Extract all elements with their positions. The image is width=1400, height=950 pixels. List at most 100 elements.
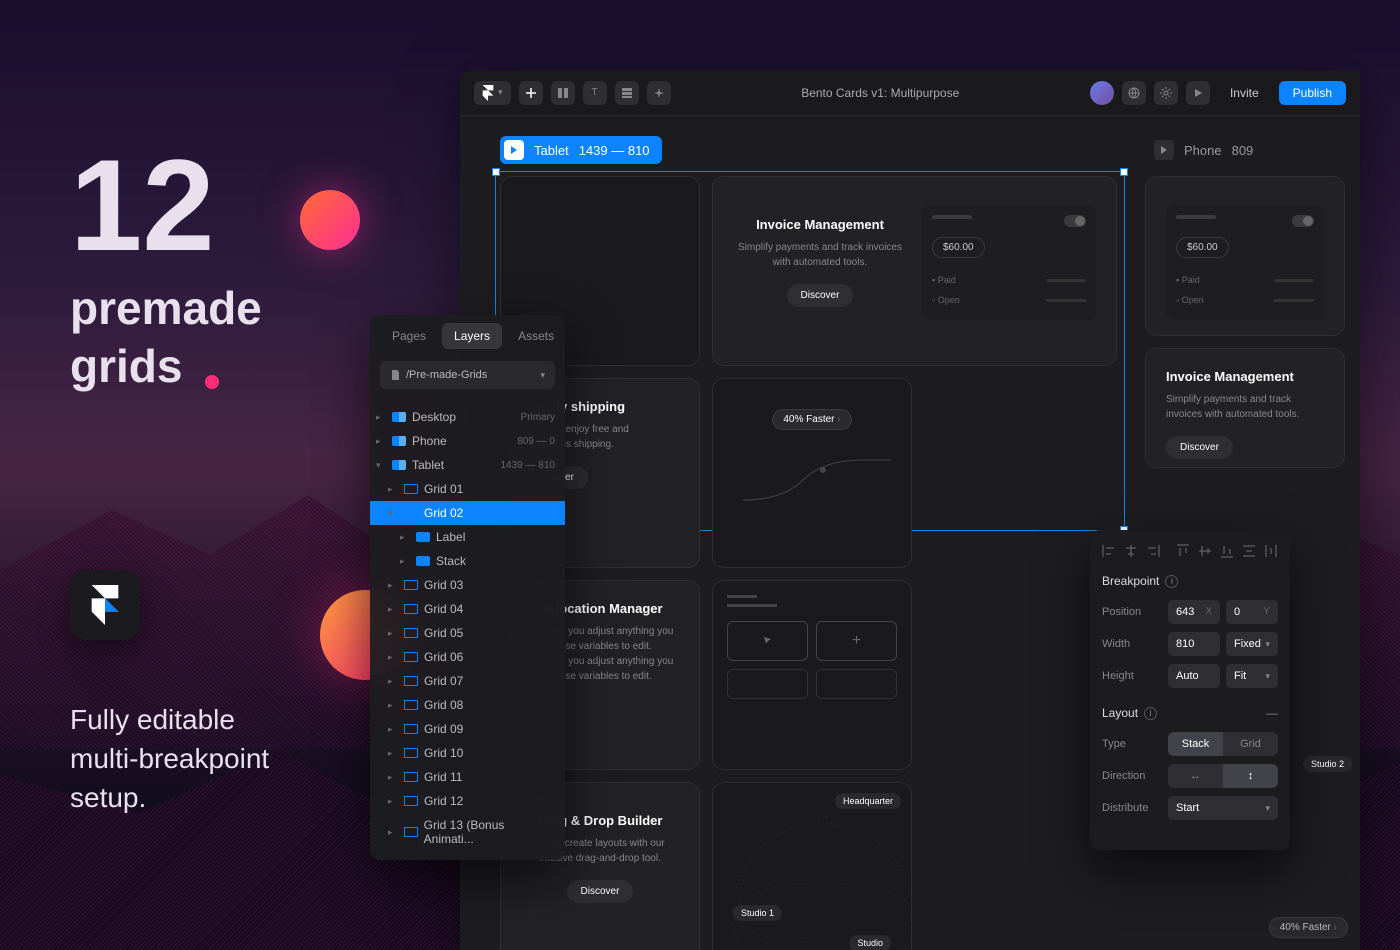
add-button[interactable] xyxy=(519,81,543,105)
layer-type-icon xyxy=(404,508,418,518)
expand-arrow-icon[interactable]: ▸ xyxy=(376,412,386,423)
align-right-button[interactable] xyxy=(1146,542,1160,560)
resize-handle[interactable] xyxy=(1120,168,1128,176)
expand-arrow-icon[interactable]: ▸ xyxy=(388,827,398,838)
toggle[interactable] xyxy=(1292,215,1314,227)
cms-button[interactable] xyxy=(615,81,639,105)
actions-button[interactable] xyxy=(647,81,671,105)
direction-vertical-button[interactable]: ↕ xyxy=(1223,764,1278,788)
direction-horizontal-button[interactable]: ↔ xyxy=(1168,764,1223,788)
expand-arrow-icon[interactable]: ▸ xyxy=(388,700,398,711)
expand-arrow-icon[interactable]: ▸ xyxy=(388,748,398,759)
width-input[interactable]: 810 xyxy=(1168,632,1220,656)
layer-row[interactable]: ▸Grid 13 (Bonus Animati... xyxy=(370,813,565,851)
card-invoice-phone[interactable]: $60.00 ▪ Paid ▫ Open xyxy=(1145,176,1345,336)
expand-arrow-icon[interactable]: ▸ xyxy=(388,724,398,735)
layer-row[interactable]: ▾Tablet1439 — 810 xyxy=(370,453,565,477)
layer-label: Desktop xyxy=(412,410,456,424)
layer-row[interactable]: ▸DesktopPrimary xyxy=(370,405,565,429)
user-avatar[interactable] xyxy=(1090,81,1114,105)
layer-row[interactable]: ▸Grid 09 xyxy=(370,717,565,741)
hero-number: 12 xyxy=(70,140,262,270)
expand-arrow-icon[interactable]: ▸ xyxy=(388,796,398,807)
preview-button[interactable] xyxy=(1186,81,1210,105)
type-grid-button[interactable]: Grid xyxy=(1223,732,1278,756)
framer-icon xyxy=(91,585,119,625)
position-y-input[interactable]: 0Y xyxy=(1226,600,1278,624)
expand-arrow-icon[interactable]: ▸ xyxy=(388,652,398,663)
app-menu-button[interactable]: ▾ xyxy=(474,81,511,105)
align-center-h-button[interactable] xyxy=(1124,542,1138,560)
layer-row[interactable]: ▸Phone809 — 0 xyxy=(370,429,565,453)
width-mode-select[interactable]: Fixed▾ xyxy=(1226,632,1278,656)
distribute-h-button[interactable] xyxy=(1264,542,1278,560)
discover-button[interactable]: Discover xyxy=(567,880,634,903)
tab-assets[interactable]: Assets xyxy=(506,323,565,349)
card-globe[interactable]: Headquarter Studio 1 Studio xyxy=(712,782,912,950)
align-bottom-button[interactable] xyxy=(1220,542,1234,560)
expand-arrow-icon[interactable]: ▸ xyxy=(388,484,398,495)
layer-row[interactable]: ▸Grid 04 xyxy=(370,597,565,621)
resize-handle[interactable] xyxy=(492,168,500,176)
path-graphic xyxy=(733,440,891,520)
card-invoice-text-phone[interactable]: Invoice Management Simplify payments and… xyxy=(1145,348,1345,468)
tab-pages[interactable]: Pages xyxy=(380,323,438,349)
breakpoint-header-tablet[interactable]: Tablet 1439 — 810 xyxy=(500,136,662,164)
expand-arrow-icon[interactable]: ▸ xyxy=(388,772,398,783)
layer-row[interactable]: ▾Grid 02 xyxy=(370,501,565,525)
type-stack-button[interactable]: Stack xyxy=(1168,732,1223,756)
layer-row[interactable]: ▸Label xyxy=(370,525,565,549)
expand-arrow-icon[interactable]: ▾ xyxy=(388,508,398,519)
toggle[interactable] xyxy=(1064,215,1086,227)
discover-button[interactable]: Discover xyxy=(1166,436,1233,459)
expand-arrow-icon[interactable]: ▸ xyxy=(388,580,398,591)
layer-row[interactable]: ▸Grid 05 xyxy=(370,621,565,645)
layer-row[interactable]: ▸Stack xyxy=(370,549,565,573)
faster-pill: 40% Faster › xyxy=(772,409,851,430)
page-path-selector[interactable]: /Pre-made-Grids ▾ xyxy=(380,361,555,389)
settings-button[interactable] xyxy=(1154,81,1178,105)
expand-arrow-icon[interactable]: ▸ xyxy=(376,436,386,447)
card-wireframe[interactable]: + xyxy=(712,580,912,770)
publish-button[interactable]: Publish xyxy=(1279,81,1346,105)
card-description: Simplify payments and track invoices wit… xyxy=(1166,392,1324,422)
expand-arrow-icon[interactable]: ▸ xyxy=(388,628,398,639)
layout-button[interactable] xyxy=(551,81,575,105)
expand-arrow-icon[interactable]: ▸ xyxy=(400,556,410,567)
invite-button[interactable]: Invite xyxy=(1218,81,1271,105)
layer-row[interactable]: ▸Grid 10 xyxy=(370,741,565,765)
layer-row[interactable]: ▸Grid 12 xyxy=(370,789,565,813)
card-faster[interactable]: 40% Faster › xyxy=(712,378,912,568)
faster-pill-footer: 40% Faster › xyxy=(1269,917,1348,938)
text-button[interactable]: T xyxy=(583,81,607,105)
globe-button[interactable] xyxy=(1122,81,1146,105)
layer-row[interactable]: ▸Grid 03 xyxy=(370,573,565,597)
distribute-v-button[interactable] xyxy=(1242,542,1256,560)
card-invoice[interactable]: Invoice Management Simplify payments and… xyxy=(712,176,1117,366)
height-mode-select[interactable]: Fit▾ xyxy=(1226,664,1278,688)
layer-type-icon xyxy=(404,772,418,782)
info-icon[interactable]: i xyxy=(1165,575,1178,588)
collapse-button[interactable]: — xyxy=(1266,706,1278,720)
align-left-button[interactable] xyxy=(1102,542,1116,560)
layer-row[interactable]: ▸Grid 08 xyxy=(370,693,565,717)
align-center-v-button[interactable] xyxy=(1198,542,1212,560)
add-placeholder[interactable]: + xyxy=(816,621,897,661)
info-icon[interactable]: i xyxy=(1144,707,1157,720)
align-top-button[interactable] xyxy=(1176,542,1190,560)
distribute-select[interactable]: Start▾ xyxy=(1168,796,1278,820)
tagline: Fully editable multi-breakpoint setup. xyxy=(70,700,269,818)
expand-arrow-icon[interactable]: ▸ xyxy=(388,604,398,615)
discover-button[interactable]: Discover xyxy=(787,284,854,307)
height-input[interactable]: Auto xyxy=(1168,664,1220,688)
layer-row[interactable]: ▸Grid 11 xyxy=(370,765,565,789)
expand-arrow-icon[interactable]: ▸ xyxy=(388,676,398,687)
layer-row[interactable]: ▸Grid 06 xyxy=(370,645,565,669)
tab-layers[interactable]: Layers xyxy=(442,323,502,349)
layer-row[interactable]: ▸Grid 07 xyxy=(370,669,565,693)
layer-row[interactable]: ▸Grid 01 xyxy=(370,477,565,501)
breakpoint-header-phone[interactable]: Phone 809 xyxy=(1150,136,1265,164)
expand-arrow-icon[interactable]: ▾ xyxy=(376,460,386,471)
expand-arrow-icon[interactable]: ▸ xyxy=(400,532,410,543)
position-x-input[interactable]: 643X xyxy=(1168,600,1220,624)
